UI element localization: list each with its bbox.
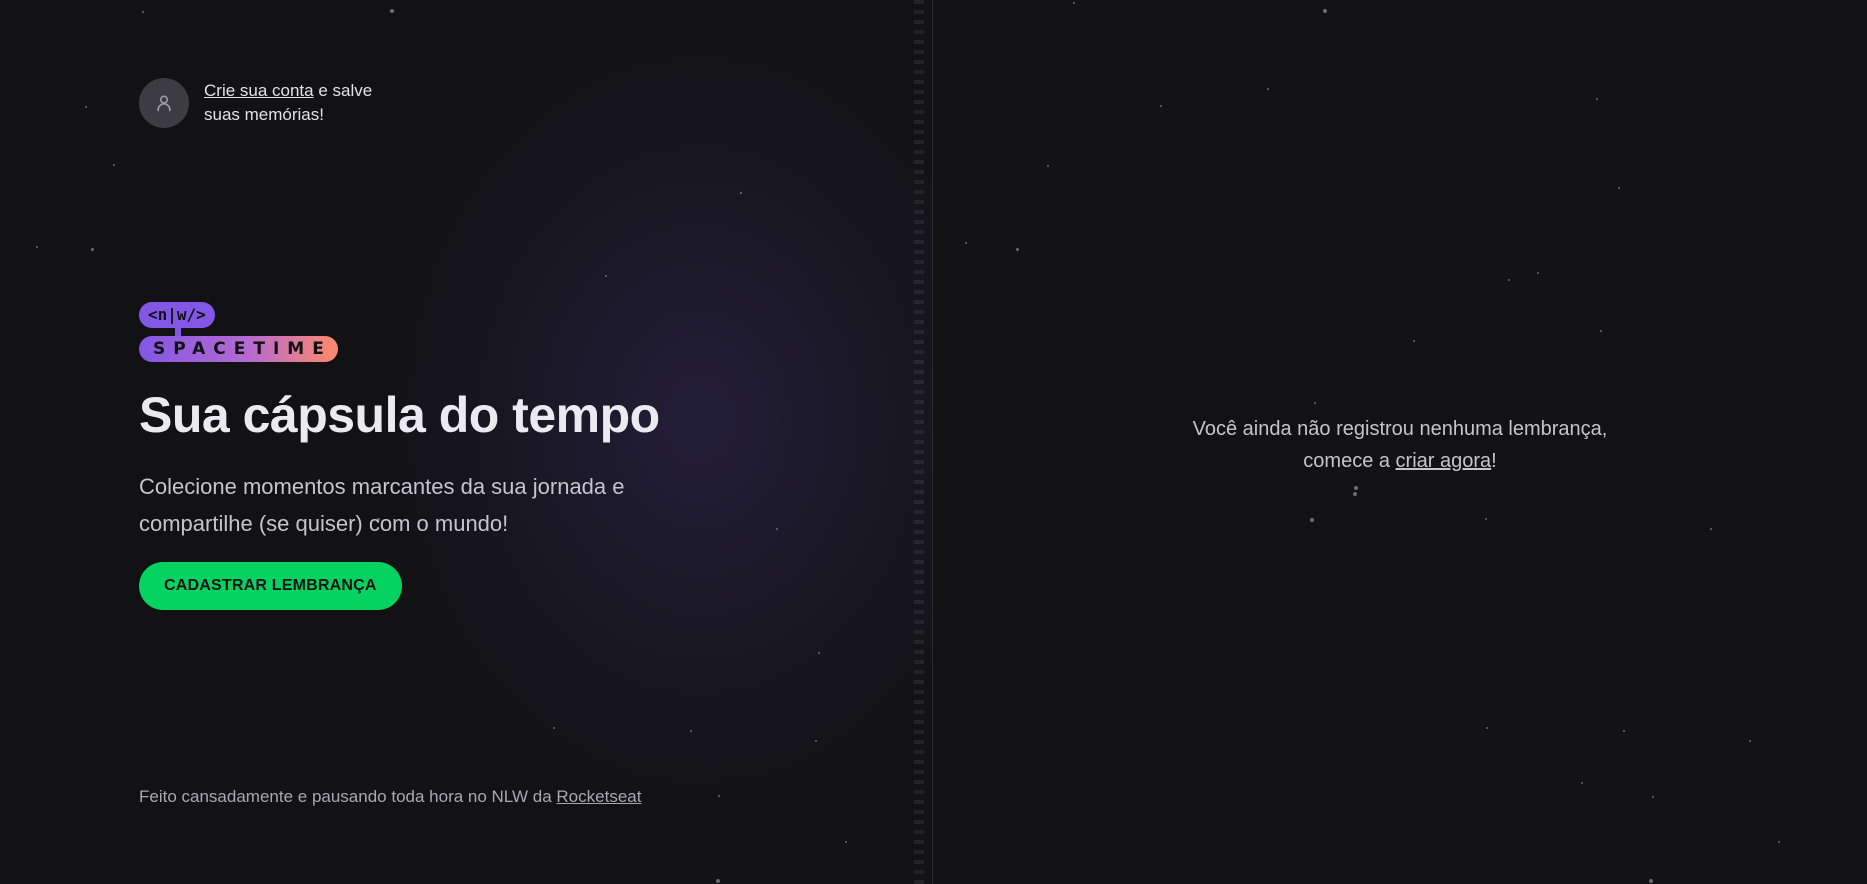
star-dot (718, 795, 720, 797)
avatar[interactable] (139, 78, 189, 128)
signin-text: Crie sua conta e salve suas memórias! (204, 79, 384, 127)
star-dot (1618, 187, 1620, 189)
signin-text-line2: suas memórias! (204, 105, 324, 124)
star-dot (1310, 518, 1314, 522)
app-root: Crie sua conta e salve suas memórias! <n… (0, 0, 1867, 884)
register-memory-button[interactable]: CADASTRAR LEMBRANÇA (139, 562, 402, 610)
star-dot (965, 242, 967, 244)
star-dot (36, 246, 38, 248)
star-dot (1047, 165, 1049, 167)
star-dot (1537, 272, 1539, 274)
star-dot (1623, 730, 1625, 732)
star-dot (1508, 279, 1510, 281)
star-dot (776, 528, 778, 530)
page-title: Sua cápsula do tempo (139, 387, 660, 443)
star-dot (1353, 492, 1357, 496)
star-dot (553, 727, 555, 729)
logo-nlw-badge: <n|w/> (139, 302, 215, 328)
star-dot (1016, 248, 1019, 251)
star-dot (1354, 486, 1358, 490)
star-dot (690, 730, 692, 732)
signin-text-rest: e salve (313, 81, 373, 100)
empty-state-line1: Você ainda não registrou nenhuma lembran… (1192, 418, 1608, 440)
stripes-divider (914, 0, 924, 884)
footer: Feito cansadamente e pausando toda hora … (139, 787, 641, 807)
star-dot (1778, 841, 1780, 843)
star-dot (815, 740, 817, 742)
star-dot (1581, 782, 1583, 784)
star-dot (1649, 879, 1653, 883)
star-dot (1160, 105, 1162, 107)
empty-state-prefix: comece a (1303, 450, 1396, 472)
star-dot (1600, 330, 1602, 332)
create-account-link[interactable]: Crie sua conta (204, 81, 314, 100)
star-dot (845, 841, 847, 843)
star-dot (1073, 2, 1075, 4)
star-dot (1652, 796, 1654, 798)
star-dot (1710, 528, 1712, 530)
hero-subtitle: Colecione momentos marcantes da sua jorn… (139, 474, 625, 536)
star-dot (1486, 727, 1488, 729)
star-dot (142, 11, 144, 13)
footer-text: Feito cansadamente e pausando toda hora … (139, 787, 557, 806)
star-dot (740, 192, 742, 194)
star-dot (1267, 88, 1269, 90)
empty-state-message: Você ainda não registrou nenhuma lembran… (933, 413, 1867, 477)
logo-spacetime-badge: SPACETIME (139, 336, 338, 362)
nlw-spacetime-logo: <n|w/> SPACETIME (139, 302, 338, 362)
signin-block[interactable]: Crie sua conta e salve suas memórias! (139, 78, 384, 128)
right-panel: Você ainda não registrou nenhuma lembran… (933, 0, 1867, 884)
star-dot (716, 879, 720, 883)
create-now-link[interactable]: criar agora (1396, 450, 1492, 472)
star-dot (113, 164, 115, 166)
empty-state-suffix: ! (1491, 450, 1497, 472)
star-dot (605, 275, 607, 277)
star-dot (1314, 402, 1316, 404)
logo-connector (175, 328, 181, 336)
star-dot (85, 106, 87, 108)
rocketseat-link[interactable]: Rocketseat (556, 787, 641, 806)
star-dot (1413, 340, 1415, 342)
star-dot (1323, 9, 1327, 13)
user-icon (157, 95, 171, 112)
star-dot (1485, 518, 1487, 520)
star-dot (390, 9, 394, 13)
star-dot (1596, 98, 1598, 100)
star-dot (1749, 740, 1751, 742)
star-dot (740, 192, 742, 194)
left-panel: Crie sua conta e salve suas memórias! <n… (0, 0, 933, 884)
star-dot (818, 652, 820, 654)
star-dot (91, 248, 94, 251)
